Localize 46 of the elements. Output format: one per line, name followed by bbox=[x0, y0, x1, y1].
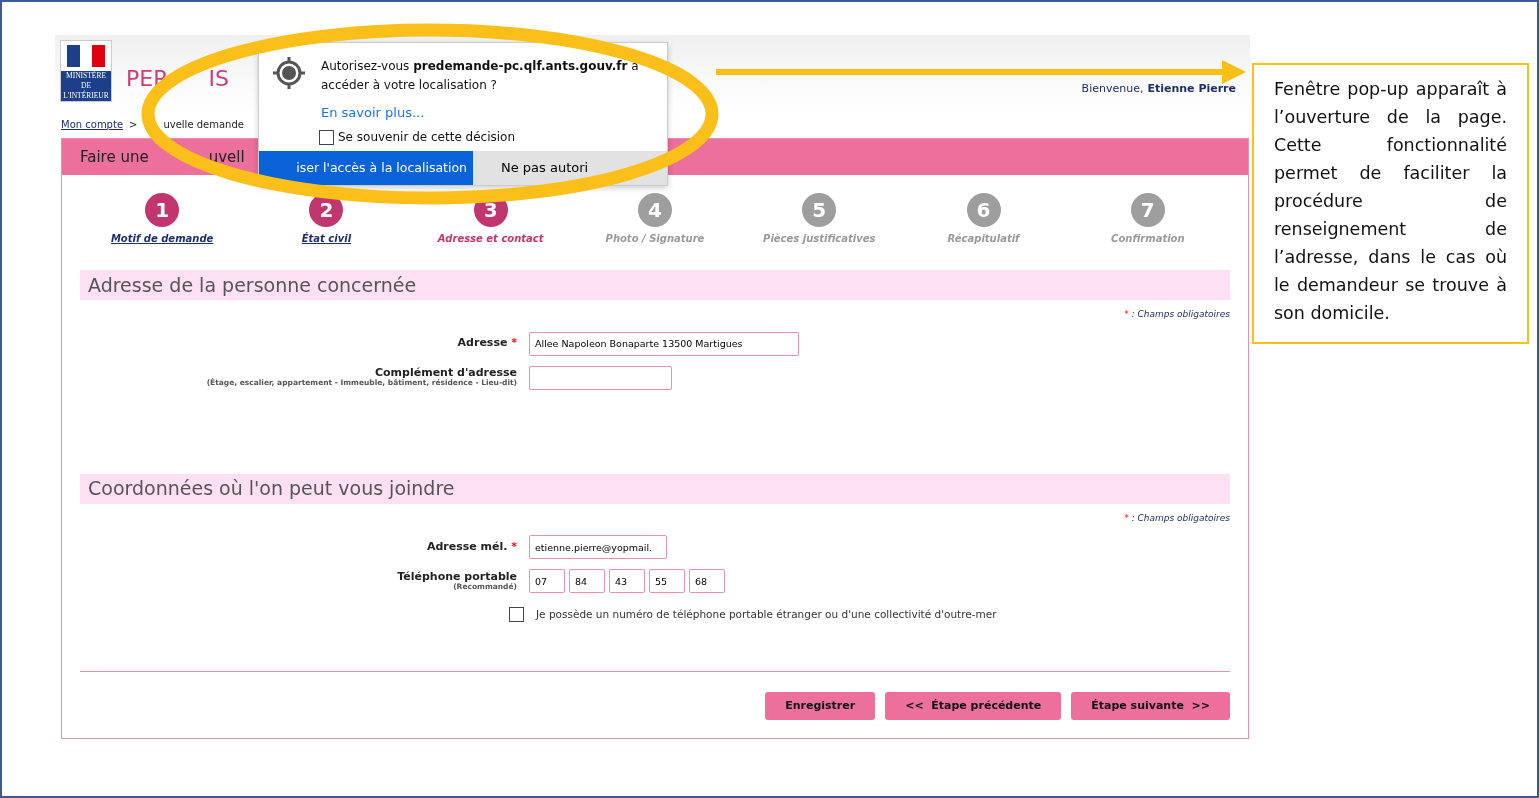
step-link[interactable]: État civil bbox=[301, 231, 352, 246]
field-label: Adresse mél. * bbox=[425, 540, 517, 554]
panel-title: Faire une bbox=[80, 146, 149, 168]
text-input-field[interactable]: Allee Napoleon Bonaparte 13500 Martigues bbox=[529, 331, 799, 356]
step-number: 5 bbox=[802, 193, 837, 227]
required-note: * : Champs obligatoires bbox=[1123, 308, 1230, 321]
flag-icon bbox=[67, 45, 105, 67]
annotation-note: Fenêtre pop-up apparaît à l’ouverture de la page. Cette fonctionnalité permet de faciliter la procédure de renseignement de l’adresse, dans le cas où le demandeur se trouve à son domicile. bbox=[1252, 63, 1529, 344]
section-header: Adresse de la personne concernée bbox=[80, 270, 1230, 300]
step-label: Pièces justificatives bbox=[763, 232, 876, 246]
form-button[interactable]: << Étape précédente bbox=[885, 691, 1062, 720]
breadcrumb-separator: > bbox=[129, 117, 138, 132]
welcome-text: Bienvenue, bbox=[1081, 81, 1144, 97]
step-number: 4 bbox=[638, 193, 672, 227]
panel-title: uvell bbox=[208, 146, 245, 168]
remember-checkbox[interactable] bbox=[319, 130, 334, 145]
step-number: 1 bbox=[145, 193, 180, 227]
section-header: Coordonnées où l'on peut vous joindre bbox=[80, 473, 1230, 504]
foreign-phone-checkbox[interactable] bbox=[509, 607, 524, 623]
step-label: Récapitulatif bbox=[947, 232, 1020, 246]
phone-input-field[interactable]: 07 bbox=[529, 569, 565, 593]
user-name: Etienne Pierre bbox=[1147, 81, 1236, 97]
step-number: 6 bbox=[966, 193, 1001, 227]
breadcrumb-current: uvelle demande bbox=[163, 117, 244, 132]
phone-input-field[interactable]: 55 bbox=[649, 569, 685, 593]
allow-location-button[interactable]: iser l'accès à la localisation bbox=[259, 151, 473, 185]
required-note: * : Champs obligatoires bbox=[1123, 511, 1230, 525]
breadcrumb-link[interactable]: Mon compte bbox=[61, 116, 124, 132]
text-input-field[interactable] bbox=[529, 365, 672, 390]
phone-input-field[interactable]: 68 bbox=[689, 569, 725, 593]
location-target-icon bbox=[273, 57, 305, 89]
checkbox-label: Je possède un numéro de téléphone portable étranger ou d'une collectivité d'outre-mer bbox=[536, 607, 997, 622]
phone-input-field[interactable]: 43 bbox=[609, 569, 645, 593]
remember-label: Se souvenir de cette décision bbox=[338, 129, 516, 146]
text-input-field[interactable]: etienne.pierre@yopmail. bbox=[529, 535, 667, 559]
site-title: IS bbox=[208, 65, 229, 93]
step-link[interactable]: Motif de demande bbox=[110, 231, 214, 246]
field-label: Adresse * bbox=[456, 337, 517, 350]
form-button[interactable]: Enregistrer bbox=[765, 691, 876, 720]
form-button[interactable]: Étape suivante >> bbox=[1071, 691, 1230, 720]
step-number: 7 bbox=[1130, 193, 1165, 227]
step-label: Confirmation bbox=[1111, 232, 1185, 246]
step-label: Photo / Signature bbox=[605, 232, 705, 246]
phone-input-field[interactable]: 84 bbox=[569, 569, 605, 593]
learn-more-link[interactable]: En savoir plus... bbox=[321, 103, 425, 123]
step-label: Adresse et contact bbox=[437, 232, 544, 246]
